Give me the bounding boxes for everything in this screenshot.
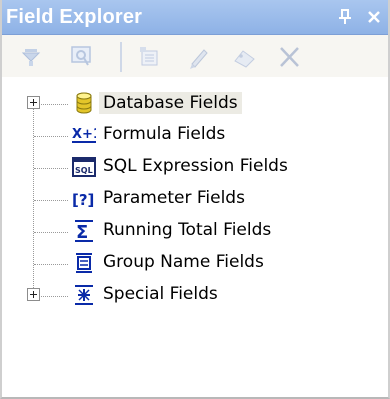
tree-item-database-fields[interactable]: Database Fields xyxy=(2,88,388,120)
tree-item-label: Database Fields xyxy=(99,92,242,114)
svg-text:SQL: SQL xyxy=(75,166,93,175)
edit-icon[interactable] xyxy=(184,43,214,71)
new-icon[interactable] xyxy=(134,43,164,71)
toolbar-separator xyxy=(120,42,122,72)
close-icon[interactable] xyxy=(364,6,384,28)
tree-item-running-total-fields[interactable]: Σ Running Total Fields xyxy=(2,216,388,248)
svg-text:[?]: [?] xyxy=(72,191,94,209)
tree-item-label: Running Total Fields xyxy=(103,220,272,240)
tree-item-label: SQL Expression Fields xyxy=(103,156,288,176)
tree-item-special-fields[interactable]: Special Fields xyxy=(2,280,388,312)
pin-icon[interactable] xyxy=(335,6,355,28)
toolbar xyxy=(2,35,388,77)
tree-item-label: Parameter Fields xyxy=(103,188,245,208)
rename-icon[interactable] xyxy=(229,43,259,71)
tree-item-sql-expression-fields[interactable]: SQL SQL Expression Fields xyxy=(2,152,388,184)
tree-item-parameter-fields[interactable]: [?] Parameter Fields xyxy=(2,184,388,216)
panel-title-bar[interactable]: Field Explorer xyxy=(2,0,388,35)
sigma-icon: Σ xyxy=(72,219,96,243)
expand-icon[interactable] xyxy=(27,288,40,301)
tree-item-label: Formula Fields xyxy=(103,124,226,144)
group-name-icon xyxy=(72,251,96,275)
field-explorer-panel: Field Explorer Database Fields X+ Formul… xyxy=(0,0,390,399)
expand-icon[interactable] xyxy=(27,96,40,109)
delete-icon[interactable] xyxy=(274,43,304,71)
tree-item-label: Group Name Fields xyxy=(103,252,264,272)
tree-item-formula-fields[interactable]: X+1 Formula Fields xyxy=(2,120,388,152)
panel-title: Field Explorer xyxy=(6,6,143,28)
browse-icon[interactable] xyxy=(66,43,96,71)
parameter-icon: [?] xyxy=(72,187,96,211)
special-fields-icon xyxy=(72,283,96,307)
insert-to-report-icon[interactable] xyxy=(16,43,46,71)
field-tree: Database Fields X+1 Formula Fields SQL xyxy=(2,82,388,382)
svg-text:Σ: Σ xyxy=(76,222,88,243)
tree-item-label: Special Fields xyxy=(103,284,218,304)
database-icon xyxy=(72,91,96,115)
svg-text:X+1: X+1 xyxy=(72,127,96,142)
formula-icon: X+1 xyxy=(72,123,102,147)
sql-icon: SQL xyxy=(72,155,96,179)
tree-item-group-name-fields[interactable]: Group Name Fields xyxy=(2,248,388,280)
